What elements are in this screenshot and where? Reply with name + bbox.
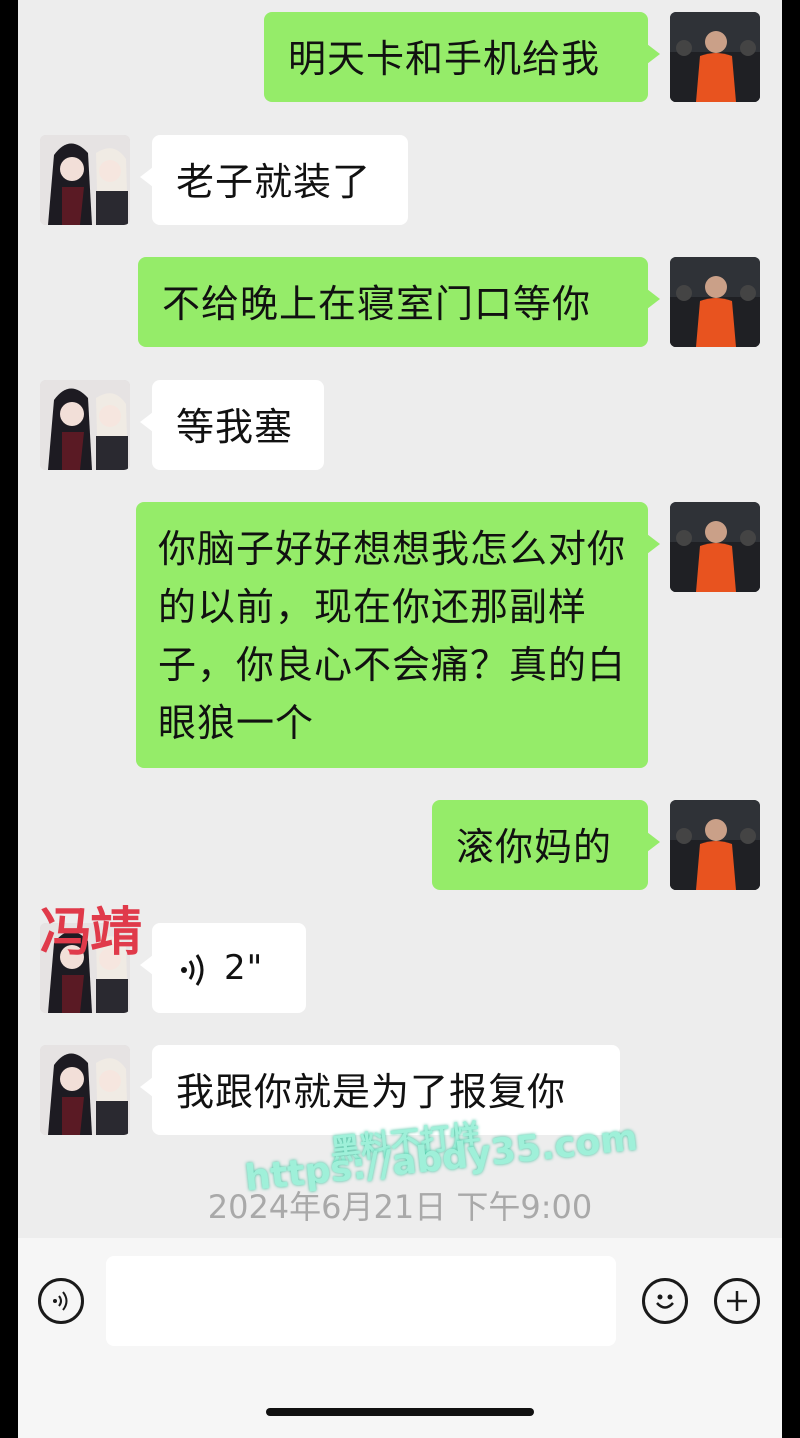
message-text: 老子就装了 (176, 160, 372, 204)
message-text: 明天卡和手机给我 (288, 37, 601, 81)
message-bubble[interactable]: 老子就装了 (140, 135, 408, 225)
message-input[interactable] (106, 1256, 616, 1346)
contact-avatar[interactable] (40, 1045, 130, 1135)
voice-wave-icon (176, 948, 208, 988)
contact-avatar[interactable] (40, 380, 130, 470)
message-bubble[interactable]: 不给晚上在寝室门口等你 (138, 257, 660, 347)
my-avatar[interactable] (670, 257, 760, 347)
message-bubble[interactable]: 你脑子好好想想我怎么对你的以前，现在你还那副样子，你良心不会痛？真的白眼狼一个 (136, 502, 660, 768)
emoji-icon[interactable] (642, 1278, 688, 1324)
my-avatar[interactable] (670, 502, 760, 592)
message-text: 等我塞 (176, 405, 294, 449)
my-avatar[interactable] (670, 800, 760, 890)
message-text: 不给晚上在寝室门口等你 (162, 282, 592, 326)
chat-screen: 明天卡和手机给我 老子就装了 不给晚上在寝室门口等你 等我塞 你脑子好好想想我怎… (18, 0, 782, 1438)
message-bubble[interactable]: 明天卡和手机给我 (264, 12, 660, 102)
message-bubble[interactable]: 滚你妈的 (432, 800, 660, 890)
message-text: 滚你妈的 (456, 825, 613, 869)
timestamp: 2024年6月21日 下午9:00 (207, 1188, 593, 1226)
voice-message-bubble[interactable]: 2" (140, 923, 306, 1013)
voice-duration: 2" (224, 948, 264, 988)
voice-icon[interactable] (38, 1278, 84, 1324)
home-indicator[interactable] (266, 1408, 534, 1416)
message-text: 我跟你就是为了报复你 (176, 1070, 567, 1114)
my-avatar[interactable] (670, 12, 760, 102)
plus-icon[interactable] (714, 1278, 760, 1324)
overlay-name-label: 冯靖 (40, 903, 142, 963)
message-text: 你脑子好好想想我怎么对你的以前，现在你还那副样子，你良心不会痛？真的白眼狼一个 (158, 527, 627, 745)
message-bubble[interactable]: 等我塞 (140, 380, 324, 470)
contact-avatar[interactable] (40, 135, 130, 225)
